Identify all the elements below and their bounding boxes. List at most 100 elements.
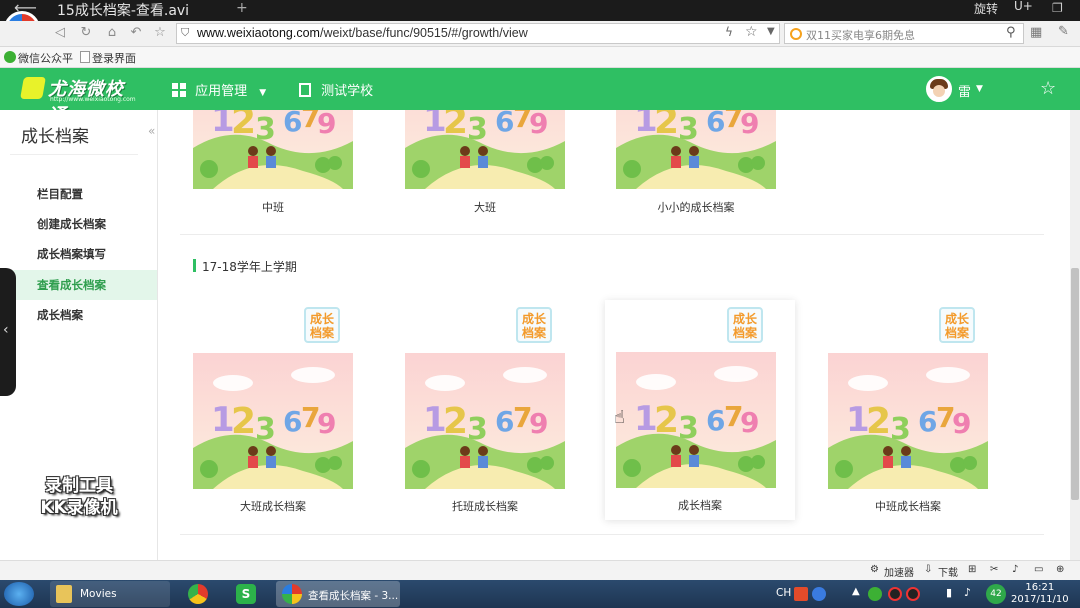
divider <box>180 534 1044 535</box>
u-plus-button[interactable]: U+ <box>1014 0 1033 13</box>
archive-thumbnail: 1 2 3 6 7 9 <box>616 110 776 189</box>
browser-toolbar: ◁ ↻ ⌂ ↶ ☆ ⛉ www.weixiaotong.com/weixt/ba… <box>0 21 1080 47</box>
tray-expand-icon[interactable]: ▲ <box>852 586 860 597</box>
archive-card[interactable]: 成长 档案 1 2 3 6 7 9 托班成长档案 <box>380 300 570 520</box>
logo-mark-icon <box>20 77 46 99</box>
star-icon[interactable]: ☆ <box>1040 78 1056 99</box>
archive-card-label: 托班成长档案 <box>452 500 518 513</box>
wechat-icon[interactable] <box>868 587 882 601</box>
restore-window-icon[interactable]: ❐ <box>1052 1 1063 15</box>
tools-icon[interactable]: ✎ <box>1058 24 1069 39</box>
svg-text:6: 6 <box>706 110 725 138</box>
svg-text:3: 3 <box>467 412 488 447</box>
tray-app-icon[interactable] <box>794 587 808 601</box>
taskbar-item-movies[interactable]: Movies <box>50 581 170 607</box>
archive-thumbnail: 1 2 3 6 7 9 <box>616 352 776 488</box>
start-button-icon[interactable] <box>4 582 34 606</box>
sidebar-item-create-archive[interactable]: 创建成长档案 <box>0 209 157 239</box>
sidebar-item-archive[interactable]: 成长档案 <box>0 300 157 330</box>
scrollbar[interactable] <box>1070 110 1080 560</box>
section-heading: 17-18学年上学期 <box>193 258 297 275</box>
svg-text:2: 2 <box>654 400 679 441</box>
archive-card-label: 大班 <box>474 201 496 214</box>
sidebar-item-view-archive[interactable]: 查看成长档案 <box>0 270 157 300</box>
caret-down-icon: ▼ <box>259 88 267 98</box>
browser-status-bar: ⚙ 加速器 ⇩ 下载 ⊞ ✂ ♪ ▭ ⊕ <box>0 560 1080 580</box>
taskbar-item-label: 查看成长档案 - 3... <box>308 590 399 602</box>
screenshot-icon[interactable]: ✂ <box>990 564 998 575</box>
bookmark-star-icon[interactable]: ☆ <box>745 24 758 40</box>
taskbar-app-s[interactable]: S <box>224 581 268 607</box>
svg-text:2: 2 <box>443 110 468 142</box>
watermark-line2: KK录像机 <box>40 498 118 518</box>
url-text[interactable]: www.weixiaotong.com/weixt/base/func/9051… <box>197 26 528 40</box>
archive-card[interactable]: 1 2 3 6 7 9 大班 <box>380 110 570 214</box>
menu-app-management[interactable]: 应用管理 ▼ <box>172 80 266 99</box>
volume-icon[interactable]: ♪ <box>964 586 971 599</box>
divider <box>10 154 138 155</box>
flash-icon[interactable]: ϟ <box>725 25 733 39</box>
qq-icon[interactable] <box>906 587 920 601</box>
svg-text:3: 3 <box>467 112 488 147</box>
menu-test-school-label: 测试学校 <box>321 84 374 99</box>
archive-card[interactable]: 成长 档案 1 2 3 6 7 9 成长档案 <box>605 300 795 520</box>
folder-icon <box>56 585 72 603</box>
scrollbar-thumb[interactable] <box>1071 268 1079 500</box>
archive-badge: 成长 档案 <box>516 307 552 343</box>
svg-text:9: 9 <box>529 407 548 440</box>
svg-text:9: 9 <box>740 406 759 439</box>
menu-test-school[interactable]: 测试学校 <box>299 80 373 99</box>
back-icon[interactable]: ◁ <box>52 25 68 41</box>
s-app-icon: S <box>236 584 256 604</box>
search-box[interactable]: 双11买家电享6期免息 ⚲ <box>784 23 1024 44</box>
svg-text:6: 6 <box>495 110 514 138</box>
app-logo[interactable]: 尤海微校通 http://www.weixiaotong.com <box>20 73 136 126</box>
zoom-icon[interactable]: ⊕ <box>1056 564 1064 575</box>
sidebar-item-column-config[interactable]: 栏目配置 <box>0 179 157 209</box>
hand-cursor-icon: ☝ <box>614 407 625 428</box>
taskbar-item-browser[interactable]: 查看成长档案 - 3... <box>276 581 400 607</box>
search-input[interactable]: 双11买家电享6期免息 <box>806 27 915 43</box>
archive-card[interactable]: 1 2 3 6 7 9 小小的成长档案 <box>591 110 781 214</box>
sound-icon[interactable]: ♪ <box>1012 564 1018 575</box>
archive-card[interactable]: 成长 档案 1 2 3 6 7 9 中班成长档案 <box>803 300 993 520</box>
search-icon[interactable]: ⚲ <box>1006 25 1016 40</box>
taskbar-chrome[interactable] <box>176 581 220 607</box>
clock[interactable]: 16:21 2017/11/10 <box>1011 582 1069 606</box>
new-tab-plus-icon[interactable]: + <box>236 0 248 16</box>
svg-text:6: 6 <box>283 405 302 438</box>
bookmark-item[interactable]: 登录界面 <box>92 50 136 66</box>
taskbar-item-label: Movies <box>80 588 117 600</box>
undo-icon[interactable]: ↶ <box>128 25 144 41</box>
collapse-icon[interactable]: « <box>148 124 155 138</box>
battery-badge[interactable]: 42 <box>986 584 1006 604</box>
logo-url: http://www.weixiaotong.com <box>50 96 136 103</box>
apps-grid-icon[interactable]: ▦ <box>1030 25 1042 40</box>
archive-card[interactable]: 1 2 3 6 7 9 中班 <box>168 110 358 214</box>
refresh-icon[interactable]: ↻ <box>78 25 94 41</box>
home-icon[interactable]: ⌂ <box>104 25 120 41</box>
accelerator-button[interactable]: 加速器 <box>884 564 914 579</box>
address-bar[interactable]: ⛉ www.weixiaotong.com/weixt/base/func/90… <box>176 23 780 44</box>
ime-indicator[interactable]: CH <box>776 587 791 599</box>
video-title: 15成长档案-查看.avi <box>57 3 190 19</box>
bookmark-item[interactable]: 微信公众平 <box>18 50 73 66</box>
taskbar: Movies S 查看成长档案 - 3... CH ▲ ▮ ♪ 42 16:21… <box>0 580 1080 608</box>
chevron-down-icon[interactable]: ▼ <box>767 26 775 37</box>
window-icon[interactable]: ▭ <box>1034 564 1043 575</box>
app-header: 尤海微校通 http://www.weixiaotong.com 应用管理 ▼ … <box>0 68 1080 126</box>
rotate-button[interactable]: 旋转 <box>974 0 998 17</box>
archive-card[interactable]: 成长 档案 1 2 3 6 7 9 大班成长档案 <box>168 300 358 520</box>
svg-text:3: 3 <box>678 112 699 147</box>
qq-icon[interactable] <box>888 587 902 601</box>
download-button[interactable]: 下载 <box>938 564 958 579</box>
sidebar-item-fill-archive[interactable]: 成长档案填写 <box>0 239 157 269</box>
extension-icon[interactable]: ⊞ <box>968 564 976 575</box>
favorite-icon[interactable]: ☆ <box>152 25 168 41</box>
browser-icon <box>282 584 302 604</box>
recorder-watermark: 录制工具 KK录像机 <box>24 475 134 519</box>
help-icon[interactable] <box>812 587 826 601</box>
signal-icon[interactable]: ▮ <box>946 586 952 599</box>
svg-text:2: 2 <box>443 401 468 442</box>
side-panel-handle[interactable]: ‹ <box>0 268 16 396</box>
